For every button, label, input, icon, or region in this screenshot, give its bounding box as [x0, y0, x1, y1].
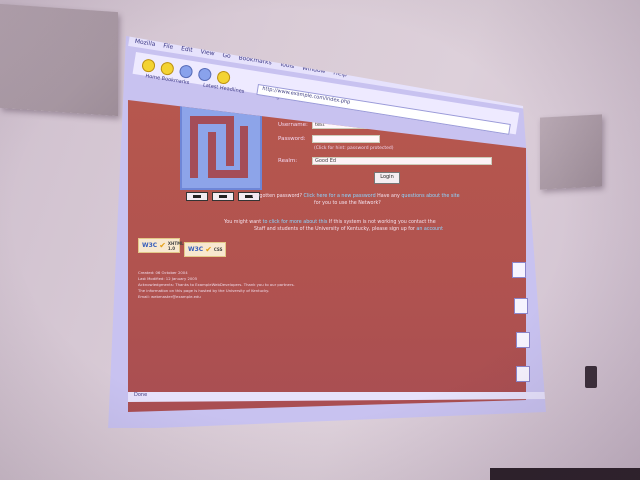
- questions-link[interactable]: questions about the site: [401, 194, 459, 199]
- check-icon: ✔: [159, 241, 166, 250]
- username-field[interactable]: test: [312, 121, 380, 129]
- floor-edge: [490, 468, 640, 480]
- logo-nav-button[interactable]: [212, 192, 234, 201]
- login-button[interactable]: Login: [374, 172, 400, 184]
- menu-item[interactable]: Window: [302, 64, 326, 75]
- web-page: Username: test Password: (Click for hint…: [128, 100, 526, 412]
- menu-item[interactable]: Bookmarks: [238, 54, 272, 66]
- signup-text: Staff and students of the University of …: [254, 227, 444, 232]
- desktop-file-icon[interactable]: [516, 332, 530, 348]
- signup-link[interactable]: an account: [416, 227, 443, 232]
- xhtml-validation-badge[interactable]: W3C ✔ XHTML 1.0: [138, 238, 184, 253]
- realm-select[interactable]: Good Ed: [312, 157, 492, 165]
- footer-line: Last Modified: 12 January 2005: [138, 276, 198, 281]
- menu-item[interactable]: File: [163, 42, 174, 50]
- username-label: Username:: [278, 122, 308, 128]
- wall-outlet: [585, 366, 597, 388]
- footer-line: Acknowledgments: Thanks to ExampleWebDev…: [138, 282, 295, 287]
- menu-item[interactable]: Edit: [181, 45, 194, 54]
- new-password-link[interactable]: Click here for a new password: [304, 194, 376, 199]
- right-speaker: [540, 114, 602, 190]
- check-icon: ✔: [205, 245, 212, 254]
- site-logo: [180, 104, 262, 190]
- menu-item[interactable]: Tools: [279, 60, 295, 69]
- info-text: You might want to click for more about t…: [224, 220, 436, 225]
- footer-line: Created: 06 October 2004: [138, 270, 188, 275]
- password-hint[interactable]: (Click for hint: password protected): [314, 146, 394, 151]
- css-validation-badge[interactable]: W3C ✔ CSS: [184, 242, 226, 257]
- back-icon[interactable]: [141, 57, 157, 73]
- footer-line: The information on this page is hosted b…: [138, 288, 270, 293]
- desktop-file-icon[interactable]: [514, 298, 528, 314]
- realm-label: Realm:: [278, 158, 298, 164]
- password-field[interactable]: [312, 135, 380, 143]
- desktop-file-icon[interactable]: [516, 366, 530, 382]
- reload-icon[interactable]: [178, 63, 194, 79]
- forward-icon[interactable]: [159, 60, 175, 76]
- footer-line: Email: webmaster@example.edu: [138, 294, 201, 299]
- projected-screen: Mozilla File Edit View Go Bookmarks Tool…: [108, 36, 546, 428]
- more-info-link[interactable]: to click for more about this: [263, 220, 328, 225]
- logo-nav-button[interactable]: [186, 192, 208, 201]
- left-speaker: [0, 3, 118, 117]
- menu-item[interactable]: Mozilla: [134, 37, 156, 47]
- password-label: Password:: [278, 136, 306, 142]
- desktop-file-icon[interactable]: [512, 262, 526, 278]
- menu-item[interactable]: View: [200, 48, 215, 57]
- menu-item[interactable]: Go: [222, 51, 231, 59]
- forgot-password-text: Forgotten password? Click here for a new…: [252, 194, 460, 199]
- home-icon[interactable]: [216, 69, 232, 85]
- network-text: for you to use the Network?: [314, 201, 381, 206]
- stop-icon[interactable]: [197, 66, 213, 82]
- menu-item[interactable]: Help: [333, 69, 348, 78]
